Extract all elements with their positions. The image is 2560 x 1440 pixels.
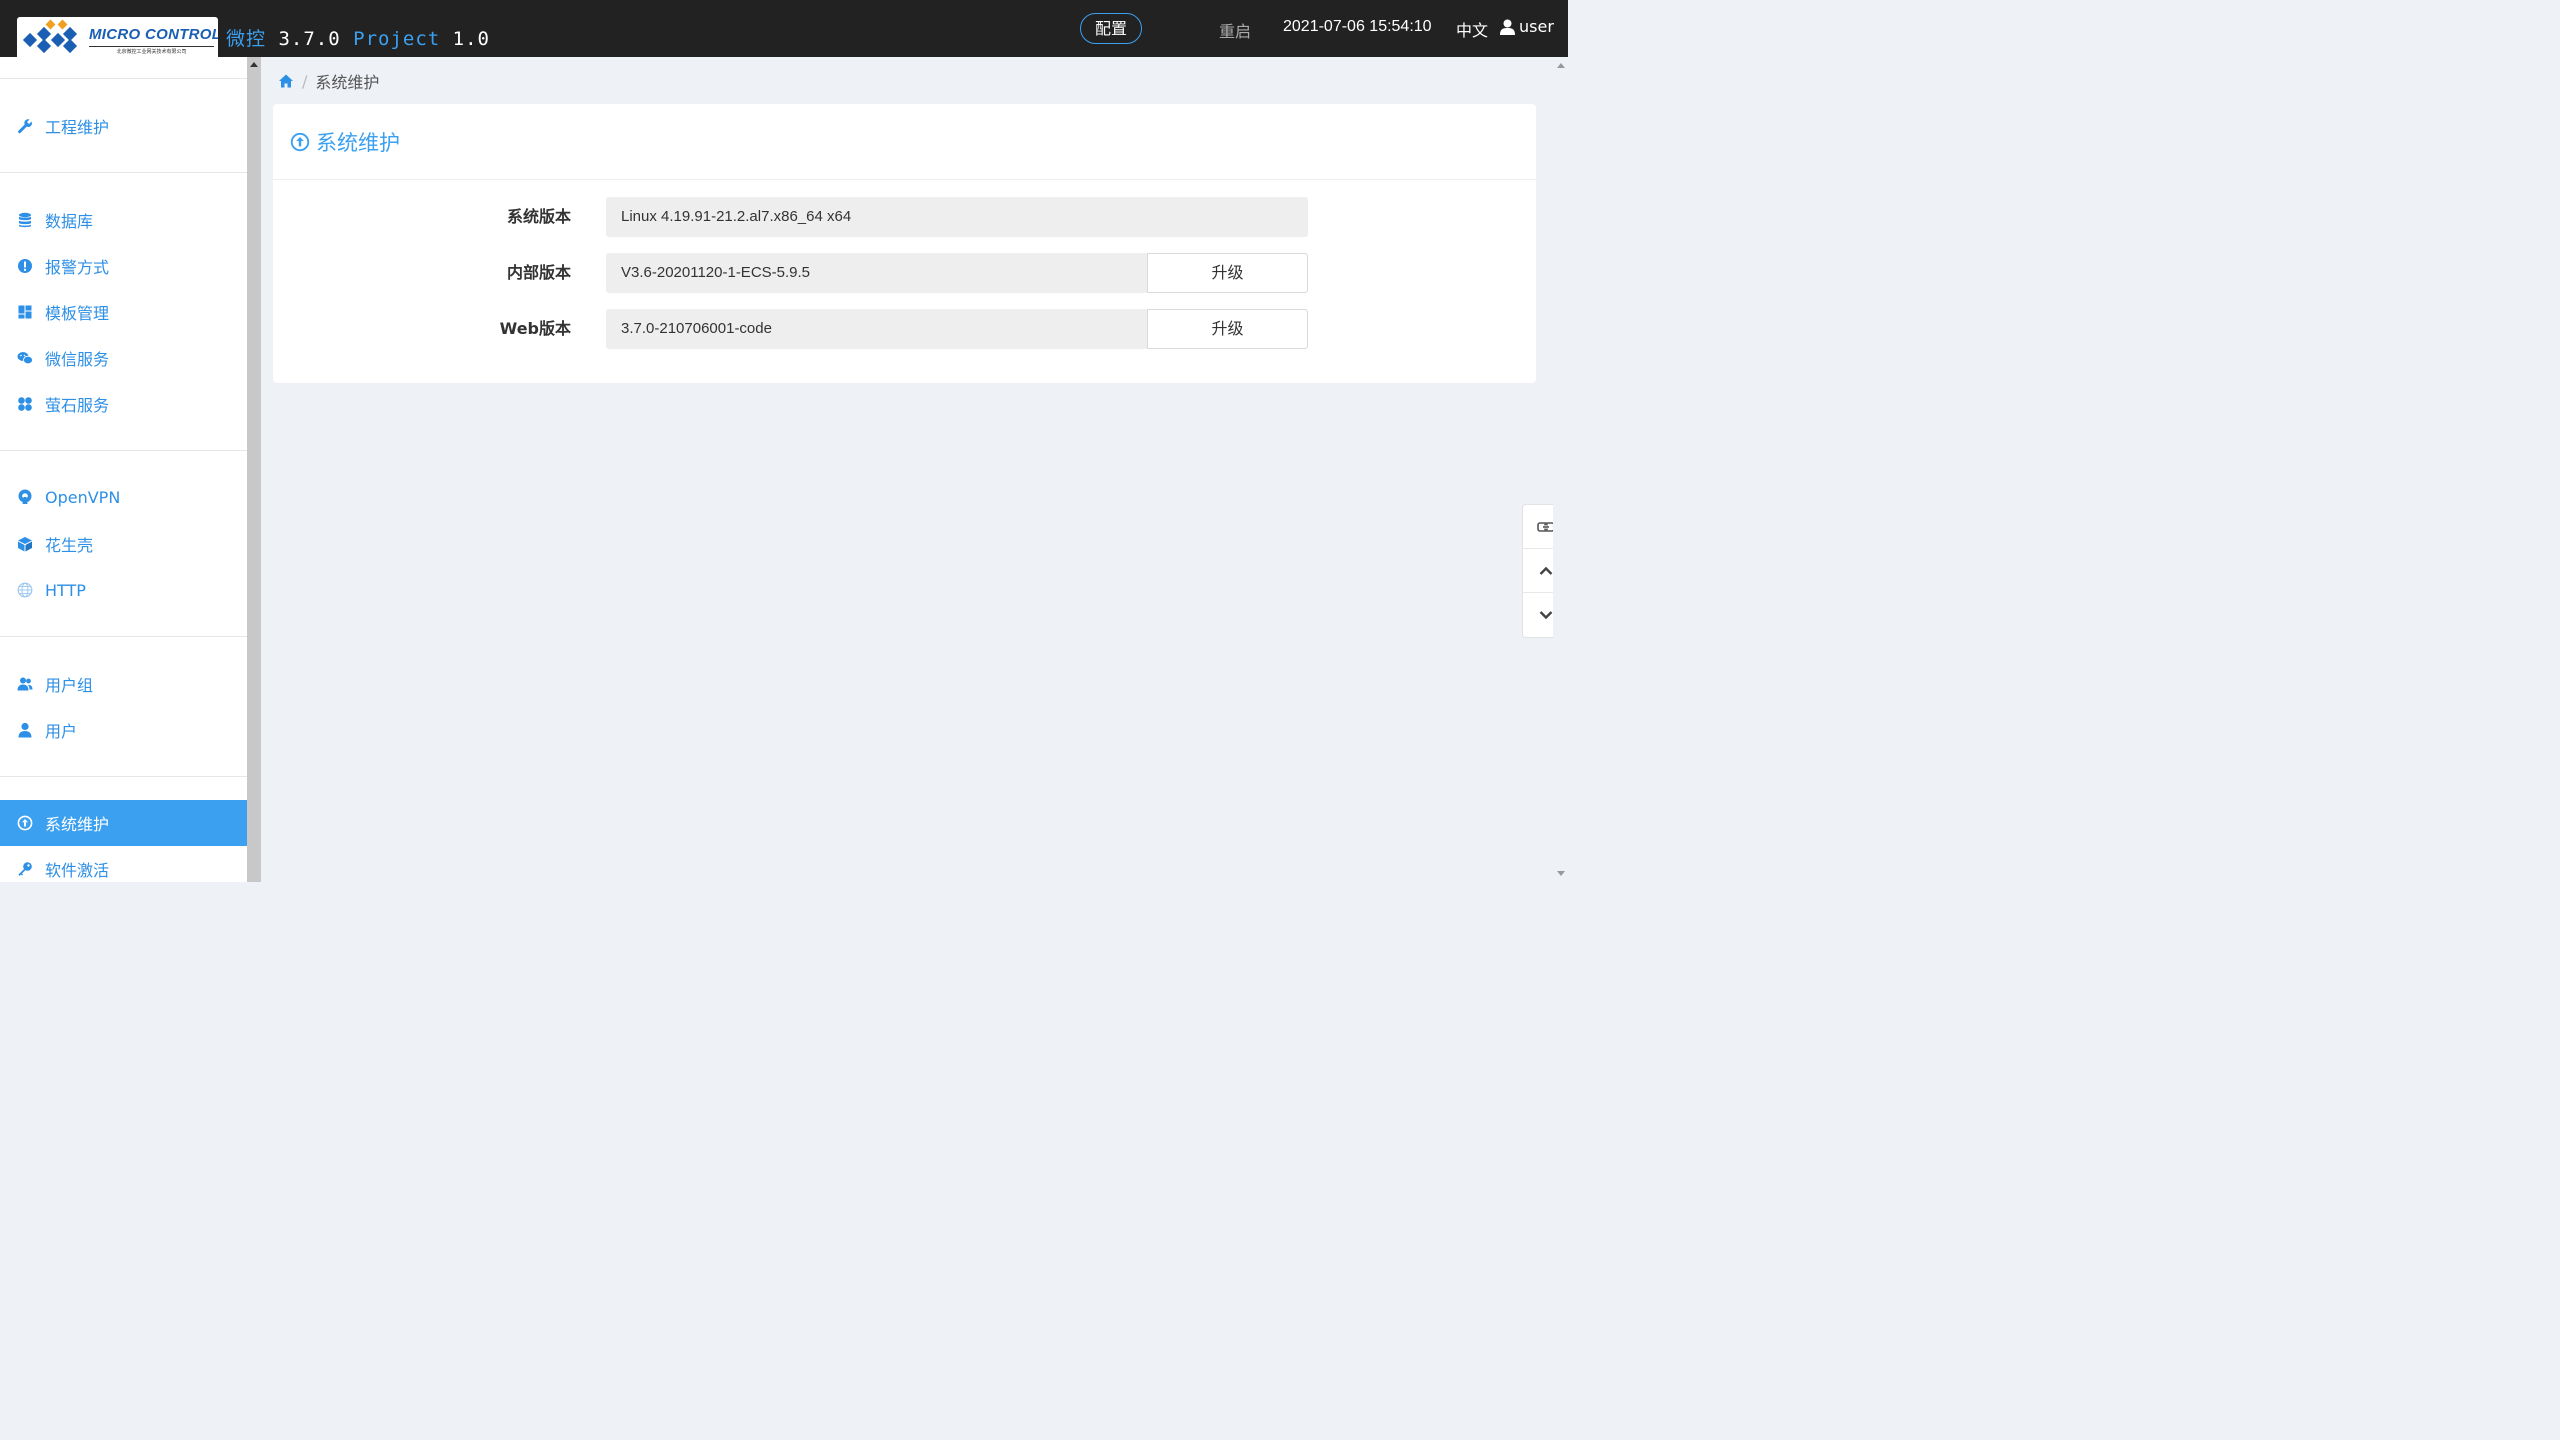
sidebar-item-label: HTTP	[45, 580, 86, 600]
username: user	[1519, 17, 1554, 36]
chevron-down-icon	[1539, 611, 1552, 620]
sidebar-item-template-management[interactable]: 模板管理	[0, 289, 247, 335]
panel-title: 系统维护	[316, 130, 400, 155]
main-scrollbar[interactable]	[1553, 57, 1568, 882]
sidebar-item-project-maintenance[interactable]: 工程维护	[0, 103, 247, 149]
logo-subtitle: 北京微控工业网关技术有限公司	[89, 46, 214, 55]
sidebar-item-label: 用户	[45, 722, 78, 741]
internal-version-row: 内部版本 V3.6-20201120-1-ECS-5.9.5 升级	[273, 253, 1536, 293]
user-icon	[1500, 19, 1515, 35]
sidebar-divider	[0, 450, 247, 451]
key-icon	[18, 862, 32, 876]
internal-version-label: 内部版本	[506, 263, 571, 282]
title-version: 3.7.0	[278, 28, 341, 50]
top-header: MICRO CONTROL 北京微控工业网关技术有限公司 微控 3.7.0 Pr…	[0, 0, 1568, 57]
sidebar-item-system-maintenance[interactable]: 系统维护	[0, 800, 247, 846]
scroll-up-arrow-icon[interactable]	[1557, 63, 1565, 68]
config-button[interactable]: 配置	[1080, 13, 1142, 44]
sidebar-item-label: 软件激活	[45, 861, 110, 880]
web-version-field: 3.7.0-210706001-code	[606, 309, 1148, 349]
sidebar-item-oray[interactable]: 花生壳	[0, 521, 247, 567]
sidebar-item-label: 用户组	[45, 676, 94, 695]
system-maintenance-panel: 系统维护 系统版本 Linux 4.19.91-21.2.al7.x86_64 …	[273, 104, 1536, 383]
web-version-row: Web版本 3.7.0-210706001-code 升级	[273, 309, 1536, 349]
sidebar-item-software-activation[interactable]: 软件激活	[0, 846, 247, 892]
sidebar-item-user-groups[interactable]: 用户组	[0, 661, 247, 707]
sidebar-divider	[0, 776, 247, 777]
sidebar-item-label: OpenVPN	[45, 487, 121, 507]
language-switch[interactable]: 中文	[1456, 17, 1488, 41]
sidebar-item-label: 系统维护	[45, 815, 110, 834]
sidebar-divider	[0, 172, 247, 173]
openvpn-icon	[18, 489, 32, 504]
alert-icon	[18, 259, 32, 273]
sidebar-item-label: 花生壳	[45, 536, 94, 555]
sidebar-item-ezviz-service[interactable]: 萤石服务	[0, 381, 247, 427]
sidebar-item-label: 萤石服务	[45, 396, 110, 415]
dashboard-icon	[18, 305, 32, 319]
home-icon[interactable]	[278, 73, 294, 89]
scroll-down-arrow-icon[interactable]	[1557, 871, 1565, 876]
sidebar-item-alarm-methods[interactable]: 报警方式	[0, 243, 247, 289]
title-project: Project	[353, 28, 441, 50]
globe-icon	[17, 582, 33, 598]
system-version-row: 系统版本 Linux 4.19.91-21.2.al7.x86_64 x64	[273, 197, 1536, 237]
title-project-version: 1.0	[452, 28, 490, 50]
sidebar-scrollbar[interactable]	[247, 57, 261, 882]
link-icon	[1536, 521, 1555, 532]
breadcrumb: / 系统维护	[278, 70, 379, 92]
user-icon	[18, 722, 32, 738]
upload-circle-icon	[17, 815, 33, 831]
cube-icon	[18, 537, 32, 552]
sidebar-item-http[interactable]: HTTP	[0, 567, 247, 613]
system-version-field: Linux 4.19.91-21.2.al7.x86_64 x64	[606, 197, 1308, 237]
sidebar: 工程维护 数据库 报警方式 模板管理 微信服务 萤石服务 OpenVPN 花生壳…	[0, 57, 247, 882]
internal-version-field: V3.6-20201120-1-ECS-5.9.5	[606, 253, 1148, 293]
web-version-label: Web版本	[499, 319, 571, 338]
sidebar-item-label: 模板管理	[45, 304, 110, 323]
upgrade-web-button[interactable]: 升级	[1147, 309, 1308, 349]
sidebar-item-wechat-service[interactable]: 微信服务	[0, 335, 247, 381]
sidebar-item-openvpn[interactable]: OpenVPN	[0, 474, 247, 520]
sidebar-item-label: 报警方式	[45, 258, 110, 277]
app-title: 微控 3.7.0 Project 1.0	[226, 24, 490, 51]
upload-circle-icon	[290, 132, 310, 151]
logo: MICRO CONTROL 北京微控工业网关技术有限公司	[17, 17, 218, 57]
sidebar-item-users[interactable]: 用户	[0, 707, 247, 753]
scroll-up-arrow-icon[interactable]	[250, 62, 258, 67]
wrench-icon	[18, 119, 32, 134]
sidebar-item-database[interactable]: 数据库	[0, 197, 247, 243]
sidebar-divider	[0, 636, 247, 637]
wechat-icon	[17, 352, 33, 365]
upgrade-internal-button[interactable]: 升级	[1147, 253, 1308, 293]
sidebar-item-label: 工程维护	[45, 118, 110, 137]
logo-diamonds-icon	[22, 19, 78, 54]
panel-header: 系统维护	[273, 104, 1536, 180]
title-brand: 微控	[226, 28, 267, 50]
user-menu[interactable]: user	[1500, 17, 1554, 36]
sidebar-item-label: 数据库	[45, 212, 94, 231]
system-version-label: 系统版本	[506, 207, 571, 226]
chevron-up-icon	[1539, 566, 1552, 575]
breadcrumb-separator: /	[302, 71, 308, 91]
restart-button[interactable]: 重启	[1219, 18, 1251, 42]
users-icon	[17, 677, 33, 691]
sidebar-divider	[0, 78, 247, 79]
logo-text: MICRO CONTROL	[89, 26, 218, 43]
datetime-display: 2021-07-06 15:54:10	[1283, 18, 1432, 35]
database-icon	[19, 212, 31, 228]
fan-icon	[18, 397, 32, 411]
sidebar-item-label: 微信服务	[45, 350, 110, 369]
breadcrumb-current: 系统维护	[315, 73, 380, 92]
